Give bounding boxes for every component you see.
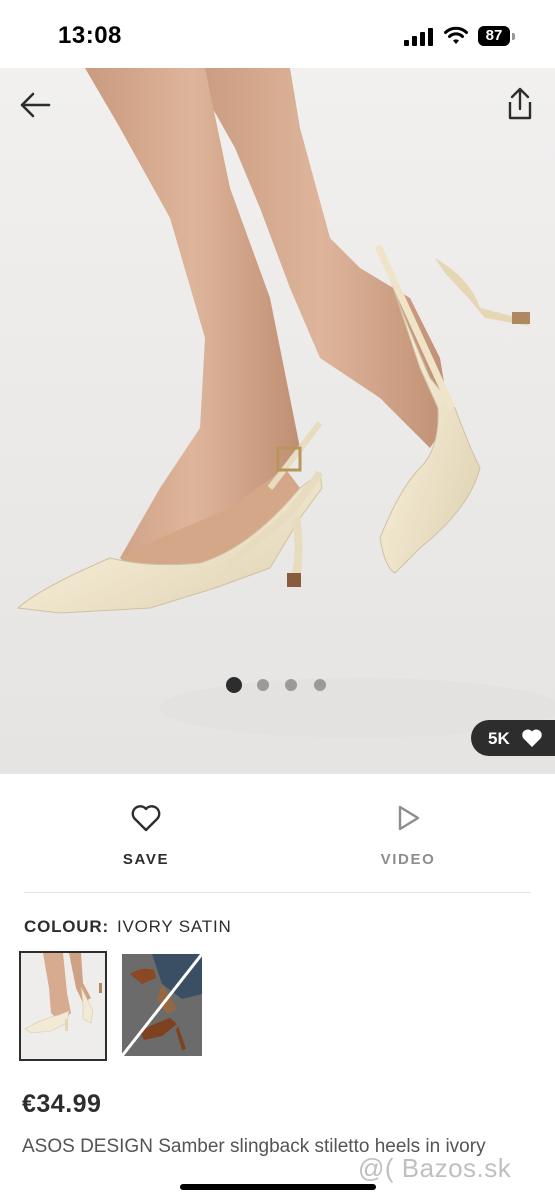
share-icon[interactable] [504, 86, 536, 122]
colour-selector: COLOUR: IVORY SATIN [24, 917, 232, 937]
product-actions: SAVE VIDEO [0, 774, 555, 892]
carousel-dot-1[interactable] [226, 677, 242, 693]
save-button[interactable]: SAVE [46, 774, 246, 892]
swatch-ivory-thumbnail [21, 953, 105, 1059]
home-indicator [180, 1184, 376, 1190]
saved-count-badge[interactable]: 5K [471, 720, 555, 756]
heart-filled-icon [522, 729, 542, 747]
play-icon [398, 805, 420, 831]
save-label: SAVE [122, 851, 170, 868]
swatch-tan-thumbnail [122, 954, 202, 1056]
carousel-dot-4[interactable] [314, 679, 326, 691]
battery-icon: 87 [478, 26, 516, 46]
product-photo [0, 68, 555, 774]
back-arrow-icon[interactable] [18, 88, 52, 122]
saved-count: 5K [488, 729, 510, 748]
carousel-dot-2[interactable] [257, 679, 269, 691]
product-price: €34.99 [22, 1090, 102, 1118]
status-bar: 13:08 87 [0, 0, 555, 68]
status-time: 13:08 [58, 22, 122, 49]
watermark: @( Bazos.sk [358, 1153, 512, 1183]
wifi-icon [444, 26, 468, 44]
colour-swatch-ivory[interactable] [19, 951, 107, 1061]
colour-value: IVORY SATIN [116, 917, 232, 936]
colour-swatch-tan[interactable] [122, 954, 202, 1056]
heart-outline-icon [131, 805, 161, 832]
product-image-gallery[interactable]: 5K [0, 68, 555, 774]
video-label: VIDEO [380, 851, 436, 868]
battery-level: 87 [478, 26, 510, 46]
cellular-signal-icon [404, 28, 433, 46]
colour-label: COLOUR: [24, 917, 109, 936]
divider [24, 892, 531, 893]
video-button[interactable]: VIDEO [308, 774, 508, 892]
carousel-dot-3[interactable] [285, 679, 297, 691]
